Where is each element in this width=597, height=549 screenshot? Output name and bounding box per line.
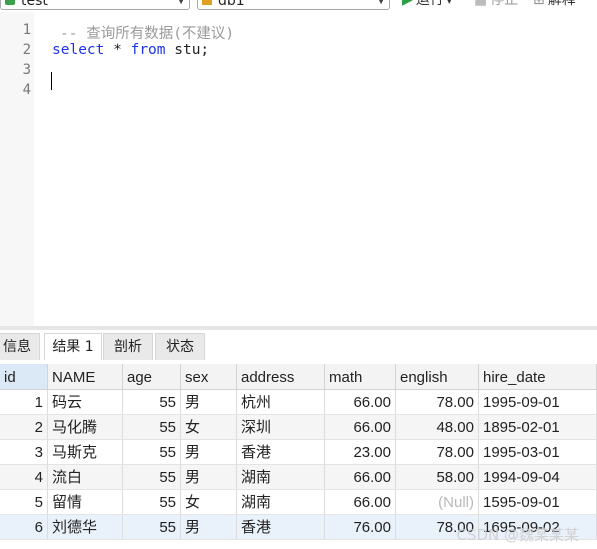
cell-math[interactable]: 66.00 (325, 465, 396, 489)
connection-select[interactable]: test ▼ (0, 0, 190, 10)
cell-math[interactable]: 66.00 (325, 390, 396, 414)
column-header-english[interactable]: english (396, 364, 479, 389)
cell-math[interactable]: 23.00 (325, 440, 396, 464)
cell-name[interactable]: 刘德华 (48, 515, 123, 539)
column-header-hire-date[interactable]: hire_date (479, 364, 597, 389)
cell-name[interactable]: 流白 (48, 465, 123, 489)
cell-english[interactable]: (Null) (396, 490, 479, 514)
tab-result-1[interactable]: 结果 1 (44, 333, 102, 360)
cell-age[interactable]: 55 (123, 515, 181, 539)
column-header-id[interactable]: id (0, 364, 48, 389)
cell-name[interactable]: 马斯克 (48, 440, 123, 464)
stop-icon: ■ (474, 0, 488, 8)
cell-name[interactable]: 码云 (48, 390, 123, 414)
line-number: 3 (22, 62, 31, 78)
line-number-gutter: 1 2 3 4 (0, 12, 34, 326)
cell-math[interactable]: 66.00 (325, 490, 396, 514)
explain-label: 解释 (547, 0, 576, 8)
sql-keyword-select: select (52, 42, 105, 58)
column-header-address[interactable]: address (237, 364, 325, 389)
sql-keyword-from: from (130, 42, 166, 58)
cell-sex[interactable]: 男 (181, 390, 237, 414)
result-tabs: 信息 结果 1 剖析 状态 (0, 330, 597, 360)
cell-id[interactable]: 4 (0, 465, 48, 489)
tab-profile[interactable]: 剖析 (103, 333, 153, 360)
cell-address[interactable]: 湖南 (237, 490, 325, 514)
tab-status[interactable]: 状态 (155, 333, 205, 360)
cell-address[interactable]: 香港 (237, 515, 325, 539)
query-toolbar: test ▼ db1 ▼ ▶ 运行 ▾ ■ 停止 ⊞ 解释 (0, 0, 597, 12)
cell-hire-date[interactable]: 1995-09-01 (479, 390, 597, 414)
play-icon: ▶ (402, 0, 413, 8)
cell-id[interactable]: 3 (0, 440, 48, 464)
cell-address[interactable]: 深圳 (237, 415, 325, 439)
cell-english[interactable]: 78.00 (396, 390, 479, 414)
cell-hire-date[interactable]: 1995-03-01 (479, 440, 597, 464)
sql-statement: select * from stu; (52, 42, 209, 58)
column-header-age[interactable]: age (123, 364, 181, 389)
table-row[interactable]: 5 留情 55 女湖南 66.00 (Null) 1595-09-01 (0, 490, 597, 515)
tab-info[interactable]: 信息 (0, 333, 40, 360)
cell-name[interactable]: 马化腾 (48, 415, 123, 439)
cell-english[interactable]: 58.00 (396, 465, 479, 489)
cell-id[interactable]: 2 (0, 415, 48, 439)
cell-sex[interactable]: 女 (181, 415, 237, 439)
cell-sex[interactable]: 男 (181, 465, 237, 489)
cell-math[interactable]: 76.00 (325, 515, 396, 539)
column-header-name[interactable]: NAME (48, 364, 123, 389)
watermark-text: CSDN @魏某某某 (456, 526, 579, 544)
cell-age[interactable]: 55 (123, 440, 181, 464)
cell-sex[interactable]: 女 (181, 490, 237, 514)
cell-age[interactable]: 55 (123, 390, 181, 414)
cell-age[interactable]: 55 (123, 465, 181, 489)
explain-button[interactable]: ⊞ 解释 (533, 0, 576, 10)
cell-sex[interactable]: 男 (181, 440, 237, 464)
grid-header: id NAME age sex address math english hir… (0, 364, 597, 390)
sql-comment: -- 查询所有数据(不建议) (60, 26, 235, 42)
database-value: db1 (218, 0, 245, 9)
stop-button[interactable]: ■ 停止 (474, 0, 518, 10)
cell-address[interactable]: 香港 (237, 440, 325, 464)
database-select[interactable]: db1 ▼ (197, 0, 390, 10)
cell-age[interactable]: 55 (123, 490, 181, 514)
database-icon (202, 0, 212, 5)
cell-address[interactable]: 湖南 (237, 465, 325, 489)
text-cursor (51, 72, 52, 90)
cell-hire-date[interactable]: 1895-02-01 (479, 415, 597, 439)
result-grid[interactable]: id NAME age sex address math english hir… (0, 361, 597, 549)
run-label: 运行 (415, 0, 444, 8)
explain-icon: ⊞ (533, 0, 545, 8)
line-number: 2 (22, 42, 31, 58)
sql-table: stu; (165, 42, 210, 58)
cell-hire-date[interactable]: 1595-09-01 (479, 490, 597, 514)
connection-icon (5, 0, 15, 5)
cell-english[interactable]: 78.00 (396, 440, 479, 464)
cell-math[interactable]: 66.00 (325, 415, 396, 439)
cell-id[interactable]: 1 (0, 390, 48, 414)
cell-id[interactable]: 6 (0, 515, 48, 539)
cell-english[interactable]: 48.00 (396, 415, 479, 439)
table-row[interactable]: 4 流白 55 男湖南 66.00 58.00 1994-09-04 (0, 465, 597, 490)
line-number: 4 (22, 82, 31, 98)
cell-hire-date[interactable]: 1994-09-04 (479, 465, 597, 489)
cell-address[interactable]: 杭州 (237, 390, 325, 414)
sql-editor[interactable]: 1 2 3 4 -- 查询所有数据(不建议) select * from stu… (0, 12, 597, 326)
chevron-down-icon: ▼ (177, 0, 185, 6)
chevron-down-icon: ▾ (446, 0, 452, 7)
cell-id[interactable]: 5 (0, 490, 48, 514)
cell-sex[interactable]: 男 (181, 515, 237, 539)
column-header-math[interactable]: math (325, 364, 396, 389)
run-button[interactable]: ▶ 运行 ▾ (402, 0, 452, 10)
cell-name[interactable]: 留情 (48, 490, 123, 514)
table-row[interactable]: 2 马化腾 55 女深圳 66.00 48.00 1895-02-01 (0, 415, 597, 440)
connection-value: test (21, 0, 48, 9)
line-number: 1 (22, 22, 31, 38)
cell-age[interactable]: 55 (123, 415, 181, 439)
sql-star: * (104, 42, 131, 58)
table-row[interactable]: 1 码云 55 男杭州 66.00 78.00 1995-09-01 (0, 390, 597, 415)
chevron-down-icon: ▼ (377, 0, 385, 6)
stop-label: 停止 (490, 0, 519, 8)
column-header-sex[interactable]: sex (181, 364, 237, 389)
table-row[interactable]: 3 马斯克 55 男香港 23.00 78.00 1995-03-01 (0, 440, 597, 465)
